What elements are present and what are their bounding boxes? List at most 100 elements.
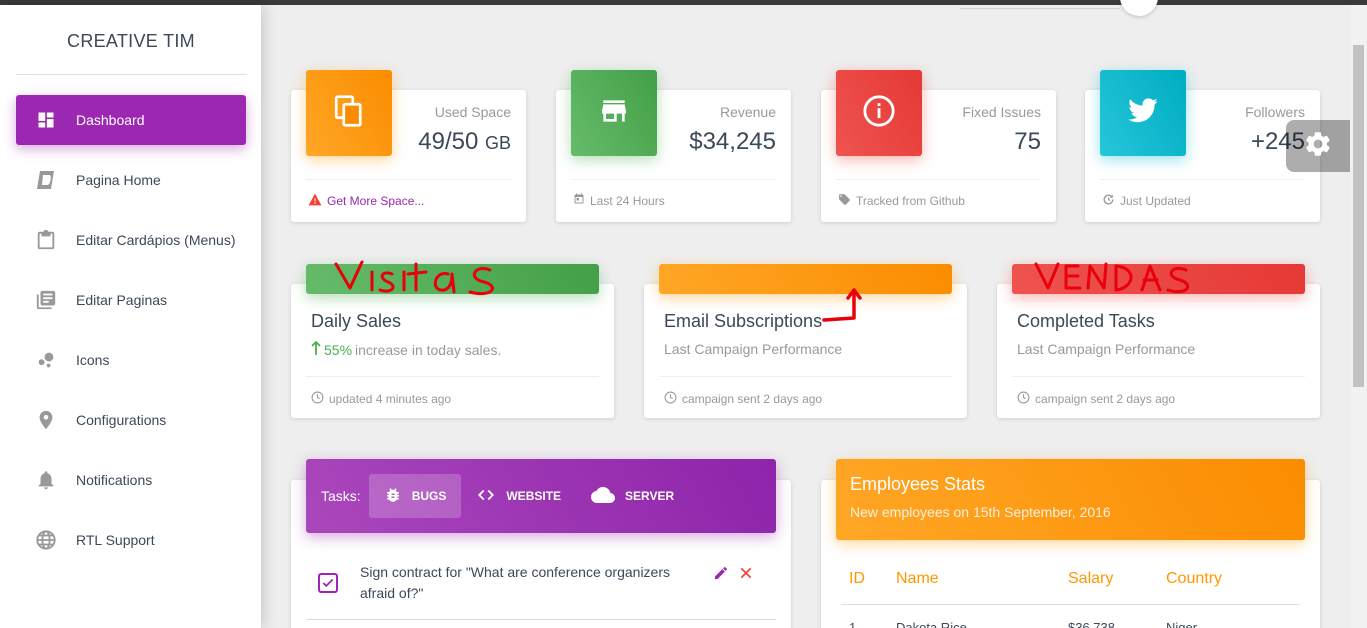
location-pin-icon [34, 408, 58, 432]
tab-label: SERVER [625, 489, 675, 503]
sidebar-item-label: Notifications [76, 472, 153, 488]
stat-card-followers: Followers +245 Just Updated [1085, 70, 1320, 222]
chart-divider [306, 376, 599, 377]
stat-card-fixed-issues: Fixed Issues 75 Tracked from Github [821, 70, 1056, 222]
stat-footer: Just Updated [1102, 193, 1191, 209]
stat-divider [306, 179, 511, 180]
bell-icon [34, 468, 58, 492]
stat-label: Used Space [434, 104, 511, 120]
brand-logo[interactable]: CREATIVE TIM [16, 31, 246, 52]
arrow-up-icon [311, 340, 321, 358]
sales-percent: 55% [324, 341, 353, 358]
stat-label: Revenue [719, 104, 776, 120]
stat-divider [836, 179, 1041, 180]
column-header-name: Name [896, 570, 939, 587]
column-header-salary: Salary [1068, 570, 1114, 587]
sidebar-item-dashboard[interactable]: Dashboard [16, 95, 246, 145]
stat-value: 75 [1014, 128, 1041, 155]
stat-icon-box [571, 70, 657, 156]
sidebar-item-notifications[interactable]: Notifications [16, 455, 246, 505]
library-books-icon [34, 288, 58, 312]
sidebar: CREATIVE TIM Dashboard Pagina Home Edita… [0, 5, 261, 628]
stat-icon-box [306, 70, 392, 156]
globe-icon [34, 528, 58, 552]
table-header-divider [841, 604, 1300, 605]
table-cell-name: Dakota Rice [896, 620, 967, 628]
chart-subtitle: 55% increase in today sales. [311, 340, 502, 358]
code-icon [476, 486, 496, 507]
sidebar-item-label: Pagina Home [76, 172, 161, 188]
bubble-icon [34, 348, 58, 372]
stat-card-used-space: Used Space 49/50 GB Get More Space... [291, 70, 526, 222]
table-cell-salary: $36,738 [1068, 620, 1115, 628]
sidebar-item-configurations[interactable]: Configurations [16, 395, 246, 445]
sidebar-item-label: RTL Support [76, 532, 155, 548]
tab-server[interactable]: SERVER [576, 474, 689, 518]
update-icon [1102, 193, 1115, 209]
clock-icon [1017, 391, 1030, 407]
chart-divider [659, 376, 952, 377]
stat-divider [571, 179, 776, 180]
task-row: Sign contract for "What are conference o… [306, 556, 776, 620]
stat-footer: Tracked from Github [838, 193, 965, 209]
employees-stats-card: Employees Stats New employees on 15th Se… [821, 459, 1320, 628]
stat-footer: Get More Space... [308, 193, 424, 209]
stat-card-revenue: Revenue $34,245 Last 24 Hours [556, 70, 791, 222]
sidebar-item-editar-paginas[interactable]: Editar Paginas [16, 275, 246, 325]
sidebar-item-editar-cardapios[interactable]: Editar Cardápios (Menus) [16, 215, 246, 265]
chart-header [1012, 264, 1305, 294]
chart-card-daily-sales: Daily Sales 55% increase in today sales.… [291, 264, 614, 418]
warning-icon [308, 193, 322, 209]
employees-subtitle: New employees on 15th September, 2016 [850, 504, 1111, 520]
stat-footer-text: Tracked from Github [856, 194, 965, 208]
stat-icon-box [836, 70, 922, 156]
stat-value: $34,245 [689, 128, 776, 155]
search-round-button[interactable] [1120, 0, 1158, 16]
column-header-id: ID [849, 570, 865, 587]
close-icon[interactable] [738, 565, 754, 586]
chart-title: Completed Tasks [1017, 311, 1155, 331]
tab-bugs[interactable]: BUGS [368, 474, 462, 518]
twitter-icon [1127, 95, 1159, 132]
sidebar-item-label: Dashboard [76, 112, 145, 128]
chart-subtitle-text: increase in today sales. [355, 341, 502, 358]
bug-icon [384, 486, 402, 507]
stat-footer: Last 24 Hours [573, 193, 665, 208]
flag-icon [34, 168, 58, 192]
chart-footer-text: campaign sent 2 days ago [1035, 392, 1176, 406]
clock-icon [311, 391, 324, 407]
gear-icon [1303, 129, 1333, 164]
tab-label: BUGS [411, 489, 447, 503]
sidebar-item-pagina-home[interactable]: Pagina Home [16, 155, 246, 205]
chart-footer: campaign sent 2 days ago [664, 391, 822, 407]
sidebar-item-icons[interactable]: Icons [16, 335, 246, 385]
get-more-space-link[interactable]: Get More Space... [327, 194, 424, 208]
task-checkbox[interactable] [318, 573, 338, 593]
employees-title: Employees Stats [850, 474, 986, 494]
chart-title: Daily Sales [311, 311, 402, 331]
stat-value: 49/50 GB [418, 128, 511, 155]
chart-subtitle: Last Campaign Performance [664, 341, 843, 357]
chart-card-completed-tasks: Completed Tasks Last Campaign Performanc… [997, 264, 1320, 418]
edit-icon[interactable] [713, 565, 729, 586]
calendar-icon [573, 193, 585, 208]
clock-icon [664, 391, 677, 407]
clipboard-icon [34, 228, 58, 252]
scrollbar-thumb[interactable] [1353, 45, 1364, 387]
sidebar-item-label: Configurations [76, 412, 167, 428]
info-icon [862, 94, 896, 133]
chart-footer: campaign sent 2 days ago [1017, 391, 1175, 407]
tab-label: WEBSITE [506, 489, 562, 503]
tab-website[interactable]: WEBSITE [461, 474, 576, 518]
settings-button[interactable] [1286, 120, 1350, 172]
table-cell-id: 1 [849, 620, 857, 628]
tasks-label: Tasks: [321, 488, 361, 504]
chart-divider [1012, 376, 1305, 377]
column-header-country: Country [1166, 570, 1223, 587]
tag-icon [838, 193, 851, 209]
stat-footer-text: Last 24 Hours [590, 193, 665, 208]
table-cell-country: Niger [1166, 620, 1198, 628]
sidebar-item-rtl-support[interactable]: RTL Support [16, 515, 246, 565]
employees-header: Employees Stats New employees on 15th Se… [836, 459, 1305, 540]
sidebar-item-label: Icons [76, 352, 110, 368]
